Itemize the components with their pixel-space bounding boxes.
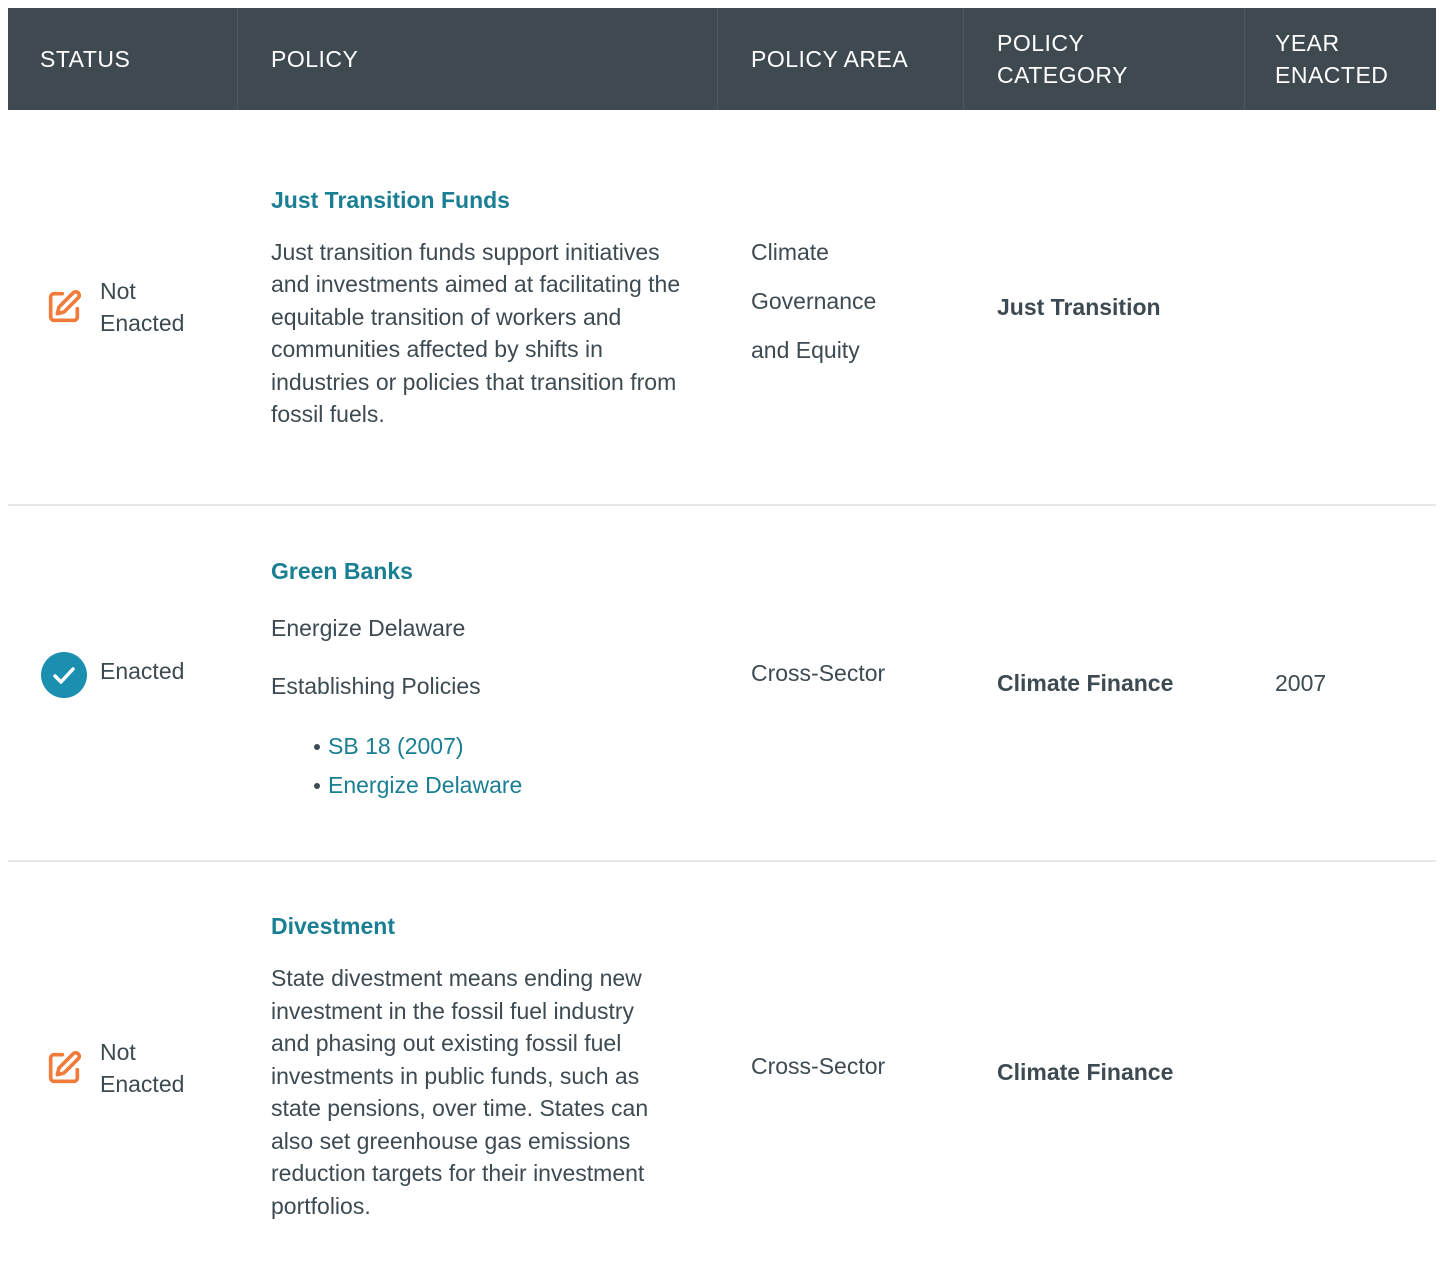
header-year-enacted[interactable]: YEAR ENACTED (1275, 8, 1388, 110)
policy-link-sb18[interactable]: SB 18 (2007) (314, 727, 701, 766)
status-label: Not Enacted (100, 1039, 185, 1097)
header-policy-category[interactable]: POLICY CATEGORY (997, 8, 1128, 110)
policy-title-link[interactable]: Divestment (271, 910, 701, 942)
check-circle-icon (40, 651, 88, 699)
policy-area-cell: Climate Governance and Equity (751, 238, 877, 363)
header-status[interactable]: STATUS (40, 8, 130, 110)
header-divider (1244, 8, 1245, 110)
policy-area-cell: Cross-Sector (751, 1052, 886, 1079)
year-enacted-cell (1275, 110, 1425, 504)
table-row: Not Enacted Just Transition Funds Just t… (8, 110, 1436, 506)
policy-category-cell: Climate Finance (997, 669, 1174, 696)
establishing-policies-label: Establishing Policies (271, 673, 481, 699)
header-policy[interactable]: POLICY (271, 8, 358, 110)
status-label: Enacted (100, 658, 185, 684)
policy-title-link[interactable]: Green Banks (271, 555, 701, 587)
establishing-policies-list: SB 18 (2007) Energize Delaware (271, 727, 701, 805)
policy-category-cell: Just Transition (997, 293, 1161, 320)
year-enacted-cell (1275, 862, 1425, 1282)
table-row: Enacted Green Banks Energize Delaware Es… (8, 506, 1436, 862)
policy-category-cell: Climate Finance (997, 1058, 1174, 1085)
policy-description: State divestment means ending new invest… (271, 965, 649, 1219)
status-cell: Not Enacted (40, 854, 184, 1282)
edit-icon (40, 1044, 88, 1092)
header-divider (717, 8, 718, 110)
policy-cell: Green Banks Energize Delaware Establishi… (271, 506, 701, 860)
status-label: Not Enacted (100, 278, 185, 336)
policy-cell: Just Transition Funds Just transition fu… (271, 110, 701, 504)
policy-table: STATUS POLICY POLICY AREA POLICY CATEGORY… (8, 8, 1436, 1282)
edit-icon (40, 283, 88, 331)
header-policy-area[interactable]: POLICY AREA (751, 8, 908, 110)
table-row: Not Enacted Divestment State divestment … (8, 862, 1436, 1282)
header-divider (963, 8, 964, 110)
header-divider (237, 8, 238, 110)
year-enacted-cell: 2007 (1275, 669, 1327, 696)
table-header: STATUS POLICY POLICY AREA POLICY CATEGORY… (8, 8, 1436, 110)
policy-program-name: Energize Delaware (271, 615, 466, 641)
policy-area-cell: Cross-Sector (751, 659, 886, 686)
policy-description: Just transition funds support initiative… (271, 238, 681, 428)
policy-title-link[interactable]: Just Transition Funds (271, 184, 701, 216)
status-cell: Not Enacted (40, 110, 184, 504)
status-cell: Enacted (40, 490, 184, 860)
policy-cell: Divestment State divestment means ending… (271, 862, 701, 1282)
policy-link-energize-delaware[interactable]: Energize Delaware (314, 766, 701, 805)
